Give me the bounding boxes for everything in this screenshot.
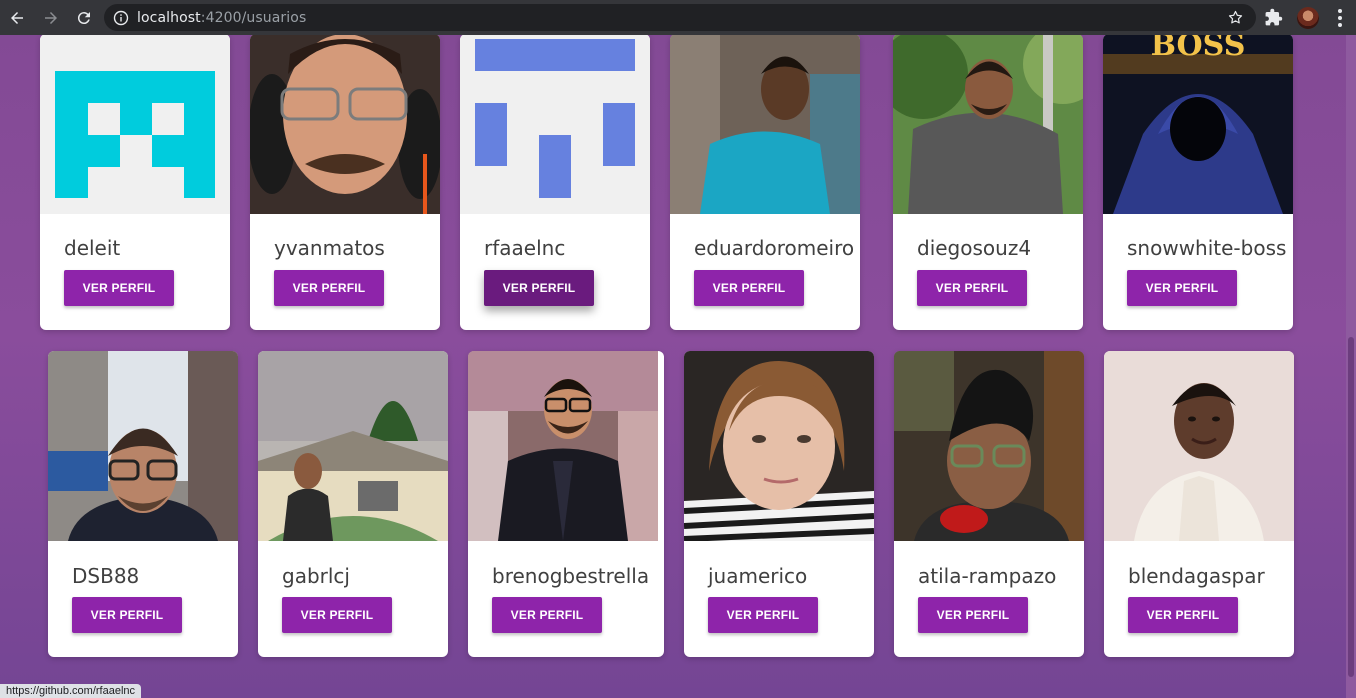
menu-kebab-icon[interactable]: [1333, 9, 1347, 27]
user-login: deleit: [64, 236, 121, 260]
view-profile-button[interactable]: VER PERFIL: [72, 597, 182, 633]
avatar-rfaaelnc: [460, 35, 650, 214]
view-profile-button[interactable]: VER PERFIL: [64, 270, 174, 306]
forward-arrow-icon[interactable]: [39, 6, 63, 30]
user-login: DSB88: [72, 564, 140, 588]
user-card: DSB88 VER PERFIL: [48, 351, 238, 657]
avatar-brenogbestrella: [468, 351, 658, 541]
user-card: gabrlcj VER PERFIL: [258, 351, 448, 657]
user-login: diegosouz4: [917, 236, 1032, 260]
profile-avatar[interactable]: [1297, 7, 1319, 29]
user-login: eduardoromeiro: [694, 236, 855, 260]
user-card: brenogbestrella VER PERFIL: [468, 351, 664, 657]
extensions-puzzle-icon[interactable]: [1264, 8, 1283, 27]
user-card: BOSS snowwhite-boss VER PERFIL: [1103, 35, 1293, 330]
users-page: deleit VER PERFIL yvanmatos VER PERFIL r…: [0, 35, 1356, 698]
avatar-snowwhite-boss: BOSS: [1103, 35, 1293, 214]
view-profile-button[interactable]: VER PERFIL: [492, 597, 602, 633]
user-card: blendagaspar VER PERFIL: [1104, 351, 1294, 657]
user-login: juamerico: [708, 564, 808, 588]
view-profile-button[interactable]: VER PERFIL: [1128, 597, 1238, 633]
view-profile-button[interactable]: VER PERFIL: [918, 597, 1028, 633]
address-bar[interactable]: localhost:4200/usuarios: [104, 4, 1256, 31]
bookmark-star-icon[interactable]: [1227, 9, 1244, 26]
avatar-diegosouz4: [893, 35, 1083, 214]
browser-toolbar: localhost:4200/usuarios: [0, 0, 1356, 35]
avatar-atila-rampazo: [894, 351, 1084, 541]
user-card: diegosouz4 VER PERFIL: [893, 35, 1083, 330]
avatar-deleit: [40, 35, 230, 214]
user-login: yvanmatos: [274, 236, 385, 260]
user-card: yvanmatos VER PERFIL: [250, 35, 440, 330]
user-card: deleit VER PERFIL: [40, 35, 230, 330]
reload-icon[interactable]: [72, 6, 96, 30]
scrollbar-thumb[interactable]: [1348, 337, 1354, 677]
user-login: snowwhite-boss: [1127, 236, 1287, 260]
view-profile-button[interactable]: VER PERFIL: [708, 597, 818, 633]
back-arrow-icon[interactable]: [5, 6, 29, 30]
user-card: rfaaelnc VER PERFIL: [460, 35, 650, 330]
boss-logo-text: BOSS: [1151, 35, 1246, 63]
user-login: atila-rampazo: [918, 564, 1057, 588]
user-login: brenogbestrella: [492, 564, 650, 588]
avatar-blendagaspar: [1104, 351, 1294, 541]
user-card: atila-rampazo VER PERFIL: [894, 351, 1084, 657]
user-login: blendagaspar: [1128, 564, 1265, 588]
user-login: rfaaelnc: [484, 236, 566, 260]
view-profile-button[interactable]: VER PERFIL: [694, 270, 804, 306]
view-profile-button[interactable]: VER PERFIL: [484, 270, 594, 306]
avatar-DSB88: [48, 351, 238, 541]
page-scrollbar[interactable]: [1346, 35, 1356, 698]
avatar-yvanmatos: [250, 35, 440, 214]
url-text: localhost:4200/usuarios: [137, 9, 307, 26]
link-status-bar: https://github.com/rfaaelnc: [0, 684, 142, 698]
avatar-eduardoromeiro: [670, 35, 860, 214]
avatar-gabrlcj: [258, 351, 448, 541]
user-login: gabrlcj: [282, 564, 350, 588]
avatar-juamerico: [684, 351, 874, 541]
view-profile-button[interactable]: VER PERFIL: [274, 270, 384, 306]
view-profile-button[interactable]: VER PERFIL: [1127, 270, 1237, 306]
view-profile-button[interactable]: VER PERFIL: [917, 270, 1027, 306]
view-profile-button[interactable]: VER PERFIL: [282, 597, 392, 633]
user-card: eduardoromeiro VER PERFIL: [670, 35, 860, 330]
user-card: juamerico VER PERFIL: [684, 351, 874, 657]
info-icon[interactable]: [113, 10, 129, 26]
